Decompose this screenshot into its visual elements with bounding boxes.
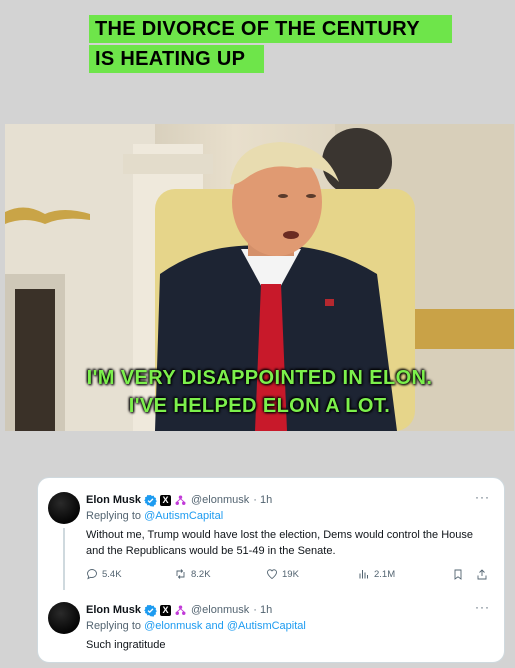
headline-line-1: THE DIVORCE OF THE CENTURY bbox=[89, 15, 452, 43]
share-button[interactable] bbox=[476, 568, 492, 581]
author-name[interactable]: Elon Musk bbox=[86, 604, 141, 616]
like-button[interactable]: 19K bbox=[266, 568, 299, 580]
reply-icon bbox=[87, 569, 97, 580]
share-icon bbox=[477, 569, 487, 580]
tweet-card: Elon Musk X @elonmusk · 1h ··· Replying … bbox=[37, 477, 505, 663]
author-handle[interactable]: @elonmusk bbox=[191, 604, 249, 616]
reply-button[interactable]: 5.4K bbox=[86, 568, 122, 580]
tweet-time[interactable]: · 1h bbox=[253, 604, 272, 616]
bookmark-icon bbox=[454, 569, 462, 580]
tweet-text: Such ingratitude bbox=[86, 639, 166, 651]
video-caption-line-2: I'VE HELPED ELON A LOT. bbox=[128, 395, 391, 417]
repost-count: 8.2K bbox=[191, 568, 211, 580]
replying-prefix: Replying to bbox=[86, 510, 142, 522]
reply-count: 5.4K bbox=[102, 568, 122, 580]
like-count: 19K bbox=[282, 568, 299, 580]
replying-to: Replying to @elonmusk and @AutismCapital bbox=[86, 620, 306, 632]
repost-icon bbox=[176, 569, 185, 579]
tweet-header: Elon Musk X @elonmusk · 1h bbox=[86, 602, 272, 618]
verified-badge-icon bbox=[144, 604, 157, 617]
views-button[interactable]: 2.1M bbox=[358, 568, 395, 580]
video-caption-line-1: I'M VERY DISAPPOINTED IN ELON. bbox=[86, 367, 433, 389]
more-icon[interactable]: ··· bbox=[475, 490, 490, 504]
affiliate-badge-icon bbox=[175, 605, 186, 615]
affiliate-badge-icon bbox=[175, 495, 186, 505]
replying-prefix: Replying to bbox=[86, 620, 142, 632]
more-icon[interactable]: ··· bbox=[475, 600, 490, 614]
avatar[interactable] bbox=[48, 492, 80, 524]
mention-link[interactable]: @AutismCapital bbox=[144, 510, 223, 522]
views-icon bbox=[359, 570, 368, 579]
headline-line-2: IS HEATING UP bbox=[89, 45, 264, 73]
views-count: 2.1M bbox=[374, 568, 396, 580]
verified-badge-icon bbox=[144, 494, 157, 507]
video-still: I'M VERY DISAPPOINTED IN ELON. I'VE HELP… bbox=[5, 124, 514, 431]
tweet-text: Without me, Trump would have lost the el… bbox=[86, 529, 474, 557]
x-logo-icon: X bbox=[160, 494, 172, 506]
x-logo-icon: X bbox=[160, 604, 172, 616]
like-icon bbox=[267, 569, 277, 580]
author-name[interactable]: Elon Musk bbox=[86, 494, 141, 506]
tweet-header: Elon Musk X @elonmusk · 1h bbox=[86, 492, 272, 508]
mention-link[interactable]: @elonmusk and @AutismCapital bbox=[144, 620, 306, 632]
thread-line bbox=[63, 528, 65, 590]
tweet-time[interactable]: · 1h bbox=[253, 494, 272, 506]
author-handle[interactable]: @elonmusk bbox=[191, 494, 249, 506]
bookmark-button[interactable] bbox=[452, 568, 468, 581]
replying-to: Replying to @AutismCapital bbox=[86, 510, 223, 522]
tweet-actions: 5.4K 8.2K 19K 2.1M bbox=[86, 568, 496, 584]
repost-button[interactable]: 8.2K bbox=[174, 568, 211, 580]
avatar[interactable] bbox=[48, 602, 80, 634]
